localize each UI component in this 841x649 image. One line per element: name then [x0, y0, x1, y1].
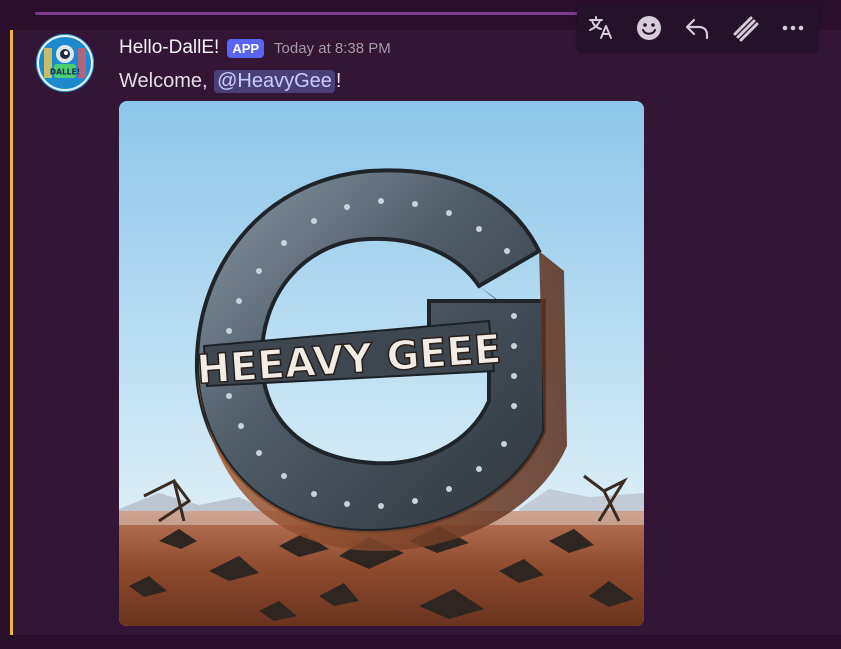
app-badge: APP [227, 38, 265, 58]
author-name[interactable]: Hello-DallE! [119, 37, 219, 59]
content-prefix: Welcome, [119, 69, 214, 92]
content-suffix: ! [335, 69, 342, 92]
image-attachment[interactable]: HEEAVY GEEE [119, 101, 644, 626]
next-message-area [0, 635, 841, 649]
reply-icon [685, 18, 709, 40]
avatar[interactable]: DALLE! [36, 34, 94, 92]
divider [35, 12, 595, 15]
message-content: Welcome, @HeavyGee ! [119, 66, 341, 96]
add-reaction-button[interactable] [625, 4, 673, 52]
translate-button[interactable] [577, 4, 625, 52]
svg-text:DALLE!: DALLE! [50, 68, 80, 77]
timestamp[interactable]: Today at 8:38 PM [274, 40, 391, 57]
add-reaction-icon [637, 16, 661, 40]
app-command-icon [733, 16, 759, 42]
more-button[interactable] [769, 4, 817, 52]
user-mention[interactable]: @HeavyGee [214, 69, 335, 93]
mention-highlight-bar [10, 30, 13, 635]
reply-button[interactable] [673, 4, 721, 52]
message-toolbar [577, 4, 818, 52]
message-header: Hello-DallE! APP Today at 8:38 PM [119, 35, 391, 61]
app-command-button[interactable] [721, 4, 769, 52]
translate-icon [589, 16, 612, 39]
more-icon [782, 25, 804, 31]
